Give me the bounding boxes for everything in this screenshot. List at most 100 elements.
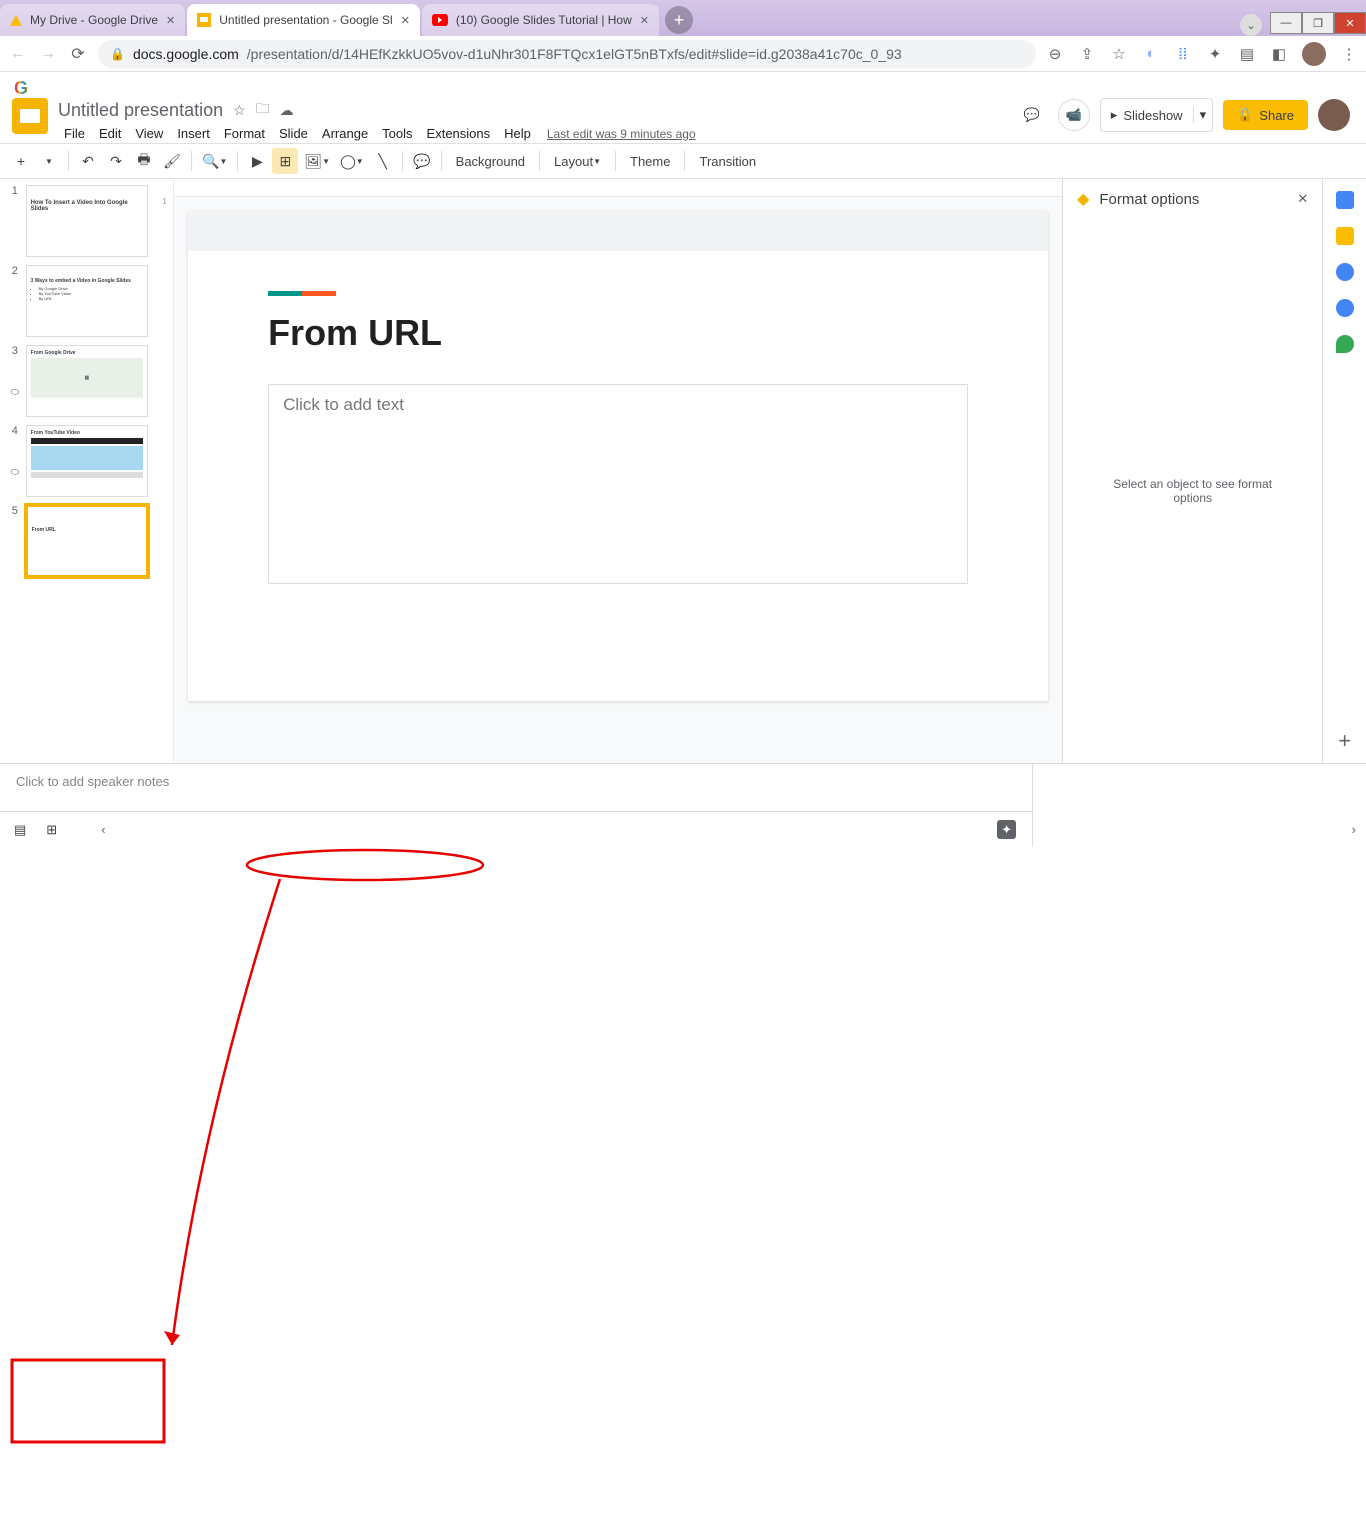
menu-view[interactable]: View bbox=[129, 124, 169, 143]
add-on-button[interactable]: + bbox=[1335, 731, 1355, 751]
menu-format[interactable]: Format bbox=[218, 124, 271, 143]
reload-button[interactable]: ⟳ bbox=[68, 44, 88, 64]
zoom-icon[interactable]: ⊖ bbox=[1046, 45, 1064, 63]
share-page-icon[interactable]: ⇪ bbox=[1078, 45, 1096, 63]
doc-title[interactable]: Untitled presentation bbox=[58, 100, 223, 121]
slide-title[interactable]: From URL bbox=[268, 312, 968, 354]
reading-list-icon[interactable]: ▤ bbox=[1238, 45, 1256, 63]
menu-extensions[interactable]: Extensions bbox=[421, 124, 497, 143]
menu-tools[interactable]: Tools bbox=[376, 124, 418, 143]
star-icon[interactable]: ☆ bbox=[233, 102, 246, 119]
slideshow-button[interactable]: ▸ Slideshow ▾ bbox=[1100, 98, 1213, 132]
slide-header-strip bbox=[188, 211, 1048, 251]
slides-logo-icon[interactable] bbox=[12, 98, 48, 134]
slide-body-textbox[interactable]: Click to add text bbox=[268, 384, 968, 584]
browser-tab-slides[interactable]: Untitled presentation - Google Sl ✕ bbox=[187, 4, 420, 36]
extensions-icon[interactable]: ✦ bbox=[1206, 45, 1224, 63]
window-controls: ⌄ — ❐ ✕ bbox=[1240, 12, 1366, 36]
menu-arrange[interactable]: Arrange bbox=[316, 124, 374, 143]
collapse-filmstrip-button[interactable]: ‹ bbox=[101, 822, 105, 837]
zoom-button[interactable]: 🔍 ▼ bbox=[198, 148, 231, 174]
new-slide-dropdown[interactable]: ▼ bbox=[36, 148, 62, 174]
theme-button[interactable]: Theme bbox=[622, 148, 678, 174]
profile-avatar[interactable] bbox=[1302, 42, 1326, 66]
browser-actions: ⊖ ⇪ ☆ ◐ ⵂⵂ ✦ ▤ ◧ ⋮ bbox=[1046, 42, 1358, 66]
background-button[interactable]: Background bbox=[448, 148, 533, 174]
cloud-icon[interactable]: ☁ bbox=[280, 102, 294, 119]
explore-button[interactable]: ✦ bbox=[997, 820, 1016, 839]
maximize-button[interactable]: ❐ bbox=[1302, 12, 1334, 34]
shape-tool[interactable]: ◯ ▼ bbox=[336, 148, 368, 174]
image-tool[interactable]: 🖼 ▼ bbox=[300, 148, 334, 174]
annotation-overlay bbox=[0, 847, 1366, 1536]
close-icon[interactable]: ✕ bbox=[401, 14, 410, 27]
select-tool[interactable]: ▶ bbox=[244, 148, 270, 174]
last-edit[interactable]: Last edit was 9 minutes ago bbox=[547, 127, 696, 141]
chrome-profile-chevron[interactable]: ⌄ bbox=[1240, 14, 1262, 36]
thumb-content: From URL bbox=[26, 505, 149, 577]
main-area: 1 How To Insert a Video Into Google Slid… bbox=[0, 179, 1366, 763]
slideshow-label: Slideshow bbox=[1123, 108, 1182, 123]
meet-button[interactable]: 📹 bbox=[1058, 99, 1090, 131]
filmstrip-view-button[interactable]: ▤ bbox=[14, 822, 26, 838]
slide-thumb-4[interactable]: 4⬭ From YouTube Video bbox=[8, 425, 148, 497]
minimize-button[interactable]: — bbox=[1270, 12, 1302, 34]
grid-view-button[interactable]: ⊞ bbox=[46, 822, 57, 838]
google-logo-icon[interactable]: G bbox=[14, 78, 28, 98]
slide[interactable]: From URL Click to add text bbox=[188, 211, 1048, 701]
paint-format-button[interactable]: 🖌 bbox=[159, 148, 185, 174]
contacts-icon[interactable] bbox=[1336, 299, 1354, 317]
share-button[interactable]: 🔒 Share bbox=[1223, 100, 1308, 130]
calendar-icon[interactable] bbox=[1336, 191, 1354, 209]
url-field[interactable]: 🔒 docs.google.com/presentation/d/14HEfKz… bbox=[98, 40, 1036, 68]
account-avatar[interactable] bbox=[1318, 99, 1350, 131]
keep-icon[interactable] bbox=[1336, 227, 1354, 245]
filmstrip[interactable]: 1 How To Insert a Video Into Google Slid… bbox=[0, 179, 156, 763]
video-icon: ⬭ bbox=[11, 387, 20, 398]
slideshow-dropdown[interactable]: ▾ bbox=[1193, 107, 1213, 123]
slide-thumb-2[interactable]: 2 3 Ways to embed a Video in Google Slid… bbox=[8, 265, 148, 337]
share-label: Share bbox=[1259, 108, 1294, 123]
play-icon: ▸ bbox=[1111, 107, 1118, 123]
menu-slide[interactable]: Slide bbox=[273, 124, 314, 143]
thumb-content: How To Insert a Video Into Google Slides bbox=[26, 185, 148, 257]
menu-edit[interactable]: Edit bbox=[93, 124, 127, 143]
new-slide-button[interactable]: + bbox=[8, 148, 34, 174]
maps-icon[interactable] bbox=[1336, 335, 1354, 353]
slides-icon bbox=[197, 13, 211, 27]
thumb-content: From YouTube Video bbox=[26, 425, 148, 497]
back-button[interactable]: ← bbox=[8, 45, 28, 63]
close-panel-button[interactable]: ✕ bbox=[1297, 191, 1308, 207]
browser-tab-drive[interactable]: My Drive - Google Drive ✕ bbox=[0, 4, 185, 36]
transition-button[interactable]: Transition bbox=[691, 148, 764, 174]
tasks-icon[interactable] bbox=[1336, 263, 1354, 281]
close-icon[interactable]: ✕ bbox=[166, 14, 175, 27]
hide-side-panel-button[interactable]: › bbox=[1352, 822, 1356, 837]
slide-thumb-1[interactable]: 1 How To Insert a Video Into Google Slid… bbox=[8, 185, 148, 257]
speaker-notes[interactable]: Click to add speaker notes bbox=[0, 763, 1032, 811]
move-icon[interactable]: 🗀 bbox=[256, 98, 270, 122]
url-domain: docs.google.com bbox=[133, 46, 239, 62]
textbox-tool[interactable]: ⊞ bbox=[272, 148, 298, 174]
comments-button[interactable]: 💬 bbox=[1016, 99, 1048, 131]
horizontal-ruler bbox=[174, 179, 1062, 197]
comment-button[interactable]: 💬 bbox=[409, 148, 435, 174]
side-panel-icon[interactable]: ◧ bbox=[1270, 45, 1288, 63]
chrome-menu-icon[interactable]: ⋮ bbox=[1340, 45, 1358, 63]
menu-file[interactable]: File bbox=[58, 124, 91, 143]
close-window-button[interactable]: ✕ bbox=[1334, 12, 1366, 34]
undo-button[interactable]: ↶ bbox=[75, 148, 101, 174]
slide-thumb-5[interactable]: 5 From URL bbox=[8, 505, 148, 577]
layout-button[interactable]: Layout ▼ bbox=[546, 148, 609, 174]
slide-thumb-3[interactable]: 3⬭ From Google Drive ▦ bbox=[8, 345, 148, 417]
new-tab-button[interactable]: + bbox=[665, 6, 693, 34]
close-icon[interactable]: ✕ bbox=[640, 14, 649, 27]
menu-insert[interactable]: Insert bbox=[171, 124, 216, 143]
redo-button[interactable]: ↷ bbox=[103, 148, 129, 174]
menu-help[interactable]: Help bbox=[498, 124, 537, 143]
slide-canvas[interactable]: From URL Click to add text bbox=[174, 197, 1062, 763]
forward-button[interactable]: → bbox=[38, 45, 58, 63]
browser-tab-youtube[interactable]: (10) Google Slides Tutorial | How ✕ bbox=[422, 4, 659, 36]
line-tool[interactable]: ╲ bbox=[370, 148, 396, 174]
print-button[interactable]: 🖶 bbox=[131, 148, 157, 174]
